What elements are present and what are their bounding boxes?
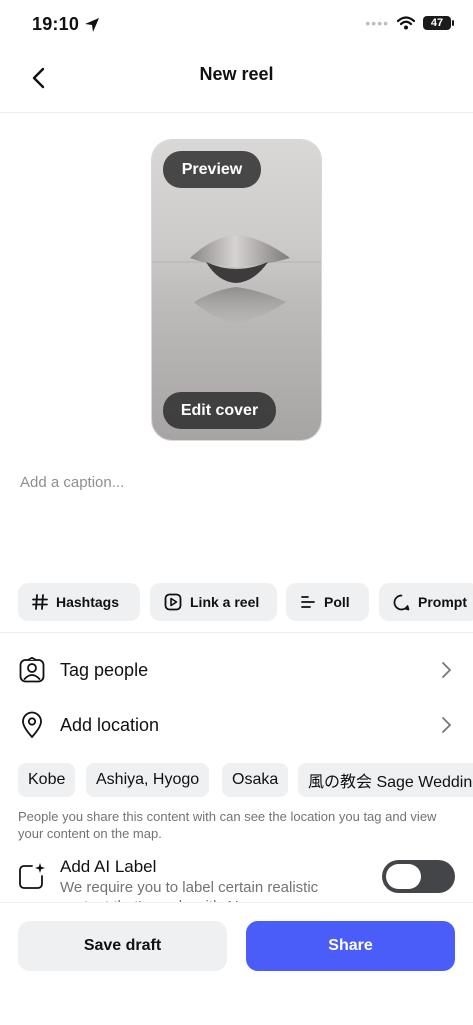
- edit-cover-button[interactable]: Edit cover: [163, 392, 276, 429]
- hashtags-chip[interactable]: Hashtags: [18, 583, 140, 621]
- toggle-knob: [386, 864, 421, 889]
- battery-level: 47: [430, 17, 444, 29]
- chip-label: Hashtags: [56, 594, 120, 610]
- ai-label-toggle[interactable]: [382, 860, 455, 893]
- speech-bubble-icon: [393, 594, 410, 610]
- prompt-chip[interactable]: Prompt: [379, 583, 473, 621]
- chip-label: Link a reel: [190, 594, 260, 610]
- add-location-row[interactable]: Add location: [0, 701, 473, 749]
- ai-sparkle-icon: [19, 863, 45, 889]
- wifi-icon: [397, 16, 415, 30]
- status-time: 19:10: [32, 14, 80, 34]
- link-a-reel-chip[interactable]: Link a reel: [150, 583, 277, 621]
- section-divider: [0, 632, 473, 633]
- tag-people-row[interactable]: Tag people: [0, 646, 473, 694]
- share-button[interactable]: Share: [246, 921, 455, 971]
- tag-person-icon: [18, 656, 46, 684]
- status-indicators: •••• 47: [365, 15, 454, 31]
- play-square-icon: [164, 593, 182, 611]
- location-suggestion-chip[interactable]: Kobe: [18, 763, 76, 797]
- save-draft-button[interactable]: Save draft: [18, 921, 227, 971]
- location-suggestion-chip[interactable]: 風の教会 Sage Wedding: [298, 763, 473, 797]
- poll-chip[interactable]: Poll: [286, 583, 369, 621]
- poll-icon: [301, 596, 315, 608]
- cellular-signal-icon: ••••: [365, 15, 389, 31]
- chevron-right-icon: [442, 717, 451, 733]
- chip-label: Prompt: [418, 594, 467, 610]
- ai-label-title: Add AI Label: [60, 857, 157, 876]
- page-title: New reel: [199, 64, 274, 84]
- location-suggestion-chip[interactable]: Ashiya, Hyogo: [86, 763, 210, 797]
- tag-people-label: Tag people: [60, 659, 149, 680]
- location-suggestion-chip[interactable]: Osaka: [222, 763, 289, 797]
- header-divider: [0, 112, 473, 113]
- location-arrow-icon: [85, 18, 99, 32]
- hashtag-icon: [32, 594, 48, 610]
- location-pin-icon: [18, 711, 46, 739]
- add-location-label: Add location: [60, 714, 160, 735]
- battery-icon: 47: [423, 16, 454, 30]
- caption-input[interactable]: Add a caption...: [20, 474, 124, 491]
- chip-label: Poll: [324, 594, 350, 610]
- location-privacy-note: People you share this content with can s…: [18, 809, 437, 841]
- chevron-right-icon: [442, 662, 451, 678]
- ai-label-description: We require you to label certain realisti…: [60, 879, 319, 902]
- preview-button[interactable]: Preview: [163, 151, 261, 188]
